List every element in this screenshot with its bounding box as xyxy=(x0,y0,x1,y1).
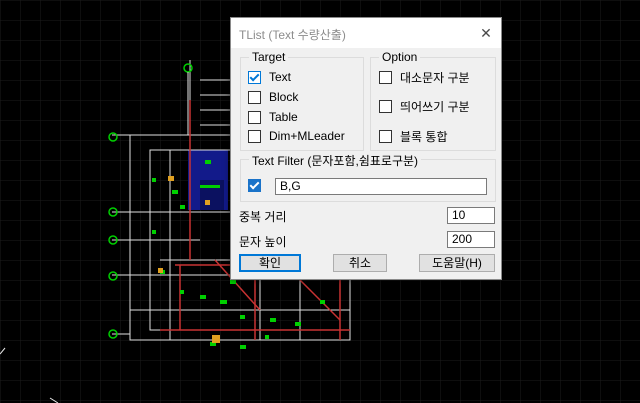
option-merge-block-checkbox[interactable]: 블록 통합 xyxy=(379,128,448,144)
dialog-title: TList (Text 수량산출) xyxy=(239,28,346,42)
close-icon[interactable]: ✕ xyxy=(475,22,497,44)
dup-distance-label: 중복 거리 xyxy=(239,210,287,224)
target-table-checkbox[interactable]: Table xyxy=(248,109,298,125)
checkbox-icon[interactable] xyxy=(248,110,261,124)
target-text-checkbox[interactable]: Text xyxy=(248,69,291,85)
checkbox-checked-icon[interactable] xyxy=(248,178,261,192)
cancel-button[interactable]: 취소 xyxy=(333,254,387,272)
target-text-label: Text xyxy=(269,70,292,84)
checkbox-icon[interactable] xyxy=(379,70,392,84)
checkbox-checked-icon[interactable] xyxy=(248,70,261,84)
target-block-checkbox[interactable]: Block xyxy=(248,89,298,105)
target-dim-mleader-label: Dim+MLeader xyxy=(269,129,345,143)
text-filter-legend: Text Filter (문자포함,쉼표로구분) xyxy=(249,152,422,169)
target-table-label: Table xyxy=(269,110,298,124)
text-height-label: 문자 높이 xyxy=(239,235,287,249)
tlist-dialog: TList (Text 수량산출) ✕ Target Text Block Ta… xyxy=(230,17,502,280)
option-spacing-label: 띄어쓰기 구분 xyxy=(400,99,470,114)
text-height-input[interactable]: 200 xyxy=(447,231,495,248)
checkbox-icon[interactable] xyxy=(248,129,261,143)
text-filter-checkbox[interactable] xyxy=(248,177,261,193)
dup-distance-input[interactable]: 10 xyxy=(447,207,495,224)
option-merge-block-label: 블록 통합 xyxy=(400,129,448,144)
option-case-sensitive-label: 대소문자 구분 xyxy=(400,70,470,85)
target-block-label: Block xyxy=(269,90,299,104)
target-dim-mleader-checkbox[interactable]: Dim+MLeader xyxy=(248,128,345,144)
option-case-sensitive-checkbox[interactable]: 대소문자 구분 xyxy=(379,69,470,85)
option-legend: Option xyxy=(379,50,421,64)
checkbox-icon[interactable] xyxy=(379,129,392,143)
target-legend: Target xyxy=(249,50,289,64)
dialog-titlebar[interactable]: TList (Text 수량산출) ✕ xyxy=(231,18,501,48)
ok-button[interactable]: 확인 xyxy=(239,254,301,272)
help-button[interactable]: 도움말(H) xyxy=(419,254,495,272)
text-filter-input[interactable]: B,G xyxy=(275,178,487,195)
checkbox-icon[interactable] xyxy=(248,90,261,104)
checkbox-icon[interactable] xyxy=(379,99,392,113)
option-spacing-checkbox[interactable]: 띄어쓰기 구분 xyxy=(379,98,470,114)
